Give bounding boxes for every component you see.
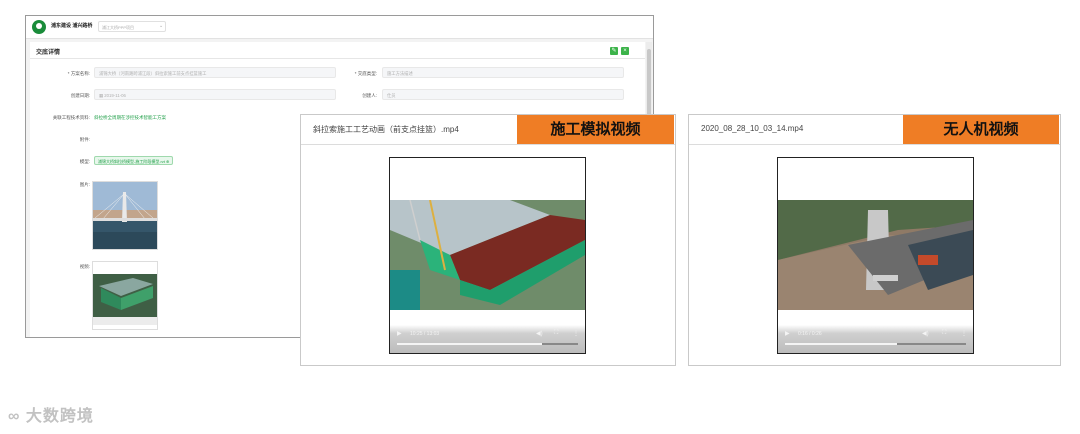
video-type-tag: 施工模拟视频 [517, 115, 674, 144]
creator-label: 创建人: [362, 93, 377, 98]
company-logo-icon [32, 20, 46, 34]
download-icon: ⊕ [166, 159, 170, 164]
top-bar: 浦东建设 浦兴路桥 浦江大桥PPP项目 ⌄ [26, 16, 653, 39]
volume-icon[interactable]: ◀) [536, 330, 543, 337]
volume-icon[interactable]: ◀) [922, 330, 929, 337]
type-select[interactable]: 施工方法描述 [382, 67, 624, 78]
scheme-name-field[interactable]: 浦锦大桥（河南路跨浦江段）斜拉索施工前支点挂篮施工 [94, 67, 336, 78]
more-options-icon[interactable]: ⋮ [961, 330, 967, 337]
video-preview [93, 274, 157, 325]
video-player[interactable]: ▶ 10:25 / 13:03 ◀) ⛶ ⋮ [389, 157, 586, 354]
attachment-label: 附件: [79, 137, 90, 142]
model-label: 模型: [79, 159, 90, 164]
progress-track[interactable] [785, 343, 966, 345]
more-options-icon[interactable]: ⋮ [573, 330, 579, 337]
video-label: 视频: [79, 264, 90, 269]
watermark: ∞ 大数跨境 [8, 402, 94, 426]
simulation-frame [390, 200, 585, 310]
simulation-video-card: 斜拉索施工工艺动画（前支点挂篮）.mp4 施工模拟视频 ▶ 10:25 / 13… [300, 114, 676, 366]
chevron-down-icon: ⌄ [159, 23, 164, 29]
creator-field[interactable]: 仕员 [382, 89, 624, 100]
video-time: 10:25 / 13:03 [410, 331, 440, 337]
model-file-name: 浦锦大桥斜拉桥模型-施工阶段模型.rvt [98, 159, 165, 164]
progress-fill [397, 343, 542, 345]
progress-track[interactable] [397, 343, 578, 345]
fullscreen-icon[interactable]: ⛶ [942, 330, 946, 337]
type-label: * 交底类型: [354, 71, 377, 76]
fullscreen-icon[interactable]: ⛶ [554, 330, 558, 337]
drone-video-card: 2020_08_28_10_03_14.mp4 无人机视频 ▶ 0:16 / 0… [688, 114, 1061, 366]
project-select[interactable]: 浦江大桥PPP项目 [98, 21, 166, 32]
scheme-name-label: * 方案名称: [67, 71, 90, 76]
model-file-tag[interactable]: 浦锦大桥斜拉桥模型-施工阶段模型.rvt ⊕ [94, 156, 174, 165]
video-filename: 斜拉索施工工艺动画（前支点挂篮）.mp4 [313, 125, 459, 134]
video-player[interactable]: ▶ 0:16 / 0:26 ◀) ⛶ ⋮ [777, 157, 974, 354]
date-label: 创建日期: [70, 93, 90, 98]
divider [30, 58, 645, 59]
brand-name: 浦东建设 浦兴路桥 [51, 23, 93, 29]
edit-button[interactable]: ✎ [610, 47, 618, 55]
drone-frame [778, 200, 973, 310]
tech-doc-label: 关联工程技术资料: [52, 115, 90, 120]
watermark-text: 大数跨境 [25, 408, 94, 425]
progress-fill [785, 343, 898, 345]
watermark-logo-icon: ∞ [8, 408, 26, 425]
image-label: 图片: [79, 182, 90, 187]
play-icon[interactable]: ▶ [397, 330, 402, 337]
date-value: 2019-11-06 [104, 93, 126, 98]
close-button[interactable]: × [621, 47, 629, 55]
video-type-tag: 无人机视频 [903, 115, 1059, 144]
video-thumbnail[interactable] [92, 261, 158, 330]
tech-doc-link[interactable]: 斜拉桥全周期在涉控技术智能工方案 [94, 115, 166, 121]
video-time: 0:16 / 0:26 [798, 331, 822, 337]
bridge-photo [93, 182, 157, 249]
play-icon[interactable]: ▶ [785, 330, 790, 337]
video-filename: 2020_08_28_10_03_14.mp4 [701, 124, 804, 133]
bridge-image-thumbnail[interactable] [92, 181, 158, 250]
panel-title: 交底详情 [36, 50, 61, 56]
date-field[interactable]: ▦ 2019-11-06 [94, 89, 336, 100]
